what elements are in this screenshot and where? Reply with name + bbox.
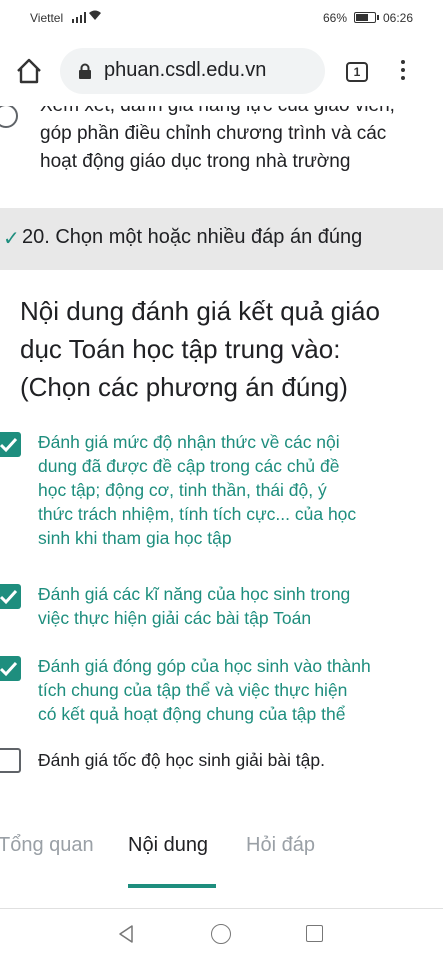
tab-content[interactable]: Nội dung: [128, 834, 208, 857]
question-header: ✓ 20. Chọn một hoặc nhiều đáp án đúng: [0, 208, 443, 270]
tab-overview[interactable]: Tổng quan: [0, 834, 94, 857]
back-icon[interactable]: [116, 924, 136, 949]
answer-option-text: Đánh giá tốc độ học sinh giải bài tập.: [38, 750, 325, 770]
clock: 06:26: [383, 11, 414, 25]
tab-qa[interactable]: Hỏi đáp: [246, 834, 315, 857]
carrier-name: Viettel: [30, 11, 64, 25]
checkbox-checked[interactable]: [0, 584, 21, 609]
lock-icon: [78, 63, 92, 79]
battery-percent: 66%: [323, 11, 348, 25]
active-tab-indicator: [128, 884, 216, 888]
answer-option-text: Đánh giá đóng góp của học sinh vào thành…: [38, 656, 371, 724]
checkbox-checked[interactable]: [0, 656, 21, 681]
address-bar[interactable]: phuan.csdl.edu.vn: [60, 48, 325, 94]
checkbox-unchecked[interactable]: [0, 748, 21, 773]
system-nav-bar: [0, 910, 443, 960]
question-text: Nội dung đánh giá kết quả giáo dục Toán …: [20, 296, 380, 402]
form-content: Xem xét, đánh giá năng lực của giáo viên…: [0, 106, 443, 800]
radio-button[interactable]: [0, 106, 18, 128]
browser-toolbar: phuan.csdl.edu.vn 1: [0, 36, 443, 106]
checkmark-icon: ✓: [3, 228, 20, 250]
battery-icon: [354, 12, 379, 23]
url-text: phuan.csdl.edu.vn: [104, 59, 267, 81]
answer-option-text: Đánh giá mức độ nhận thức về các nội dun…: [38, 432, 357, 548]
question-header-text: 20. Chọn một hoặc nhiều đáp án đúng: [22, 226, 363, 248]
divider: [0, 908, 443, 909]
home-icon[interactable]: [14, 56, 44, 86]
recents-icon[interactable]: [306, 925, 323, 942]
wifi-icon: [88, 9, 102, 24]
tab-switcher-button[interactable]: 1: [346, 62, 368, 82]
signal-icon: [72, 12, 86, 23]
bottom-tabs: Tổng quan Nội dung Hỏi đáp: [0, 824, 443, 890]
answer-option-text: Đánh giá các kĩ năng của học sinh trong …: [38, 584, 351, 628]
checkbox-checked[interactable]: [0, 432, 21, 457]
more-menu-icon[interactable]: [400, 60, 406, 84]
status-bar: Viettel 66% 06:26: [0, 0, 443, 36]
home-circle-icon[interactable]: [211, 924, 231, 944]
previous-option-text: Xem xét, đánh giá năng lực của giáo viên…: [40, 106, 395, 172]
